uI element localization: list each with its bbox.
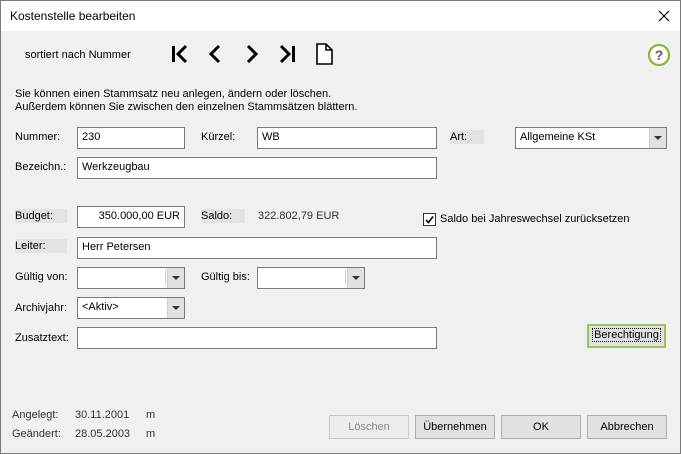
new-record-button[interactable]: [312, 42, 336, 66]
help-icon: ?: [647, 43, 671, 67]
new-document-icon: [316, 43, 333, 65]
zusatztext-label: Zusatztext:: [15, 332, 69, 344]
gueltig-bis-dropdown-icon[interactable]: [347, 268, 364, 288]
leiter-field[interactable]: Herr Petersen: [77, 237, 437, 259]
archivjahr-value: <Aktiv>: [82, 301, 119, 313]
art-select-value: Allgemeine KSt: [520, 131, 596, 143]
gueltig-von-field[interactable]: [77, 267, 185, 289]
gueltig-bis-separator: [345, 270, 346, 285]
geaendert-label: Geändert:: [12, 428, 61, 440]
angelegt-label: Angelegt:: [12, 409, 59, 421]
sort-label: sortiert nach Nummer: [25, 49, 131, 61]
last-record-button[interactable]: [276, 42, 300, 66]
kuerzel-field[interactable]: WB: [257, 127, 437, 149]
angelegt-date: 30.11.2001: [75, 409, 130, 421]
loeschen-button[interactable]: Löschen: [329, 415, 409, 439]
window-title: Kostenstelle bearbeiten: [10, 9, 136, 23]
next-record-icon: [246, 44, 259, 64]
svg-text:?: ?: [655, 47, 664, 63]
budget-field[interactable]: 350.000,00 EUR: [77, 206, 185, 228]
gueltig-bis-label: Gültig bis:: [201, 271, 250, 283]
dialog-window: Kostenstelle bearbeiten sortiert nach Nu…: [0, 0, 681, 454]
kuerzel-label: Kürzel:: [201, 131, 236, 143]
uebernehmen-button[interactable]: Übernehmen: [415, 415, 495, 439]
budget-label: Budget:: [15, 210, 53, 222]
close-button[interactable]: [652, 4, 676, 28]
gueltig-von-separator: [165, 270, 166, 285]
bezeichnung-field[interactable]: Werkzeugbau: [77, 157, 437, 179]
saldo-label: Saldo:: [201, 210, 233, 222]
art-dropdown-icon[interactable]: [649, 128, 666, 148]
nummer-label: Nummer:: [15, 131, 61, 143]
info-line-2: Außerdem können Sie zwischen den einzeln…: [15, 101, 358, 113]
geaendert-user: m: [146, 428, 156, 440]
help-button[interactable]: ?: [647, 43, 671, 67]
art-select[interactable]: Allgemeine KSt: [515, 127, 667, 149]
archivjahr-select[interactable]: <Aktiv>: [77, 297, 185, 319]
gueltig-von-label: Gültig von:: [15, 271, 68, 283]
art-label: Art:: [450, 131, 468, 143]
title-bar: Kostenstelle bearbeiten: [1, 1, 680, 31]
first-record-icon: [172, 44, 188, 64]
close-icon: [658, 10, 670, 22]
angelegt-user: m: [146, 409, 156, 421]
next-record-button[interactable]: [240, 42, 264, 66]
saldo-reset-label: Saldo bei Jahreswechsel zurücksetzen: [440, 213, 630, 225]
checkmark-icon: [425, 216, 434, 224]
berechtigung-button-label: Berechtigung: [592, 328, 661, 342]
saldo-reset-checkbox[interactable]: [423, 213, 436, 226]
archivjahr-label: Archivjahr:: [15, 302, 67, 314]
previous-record-icon: [208, 44, 221, 64]
abbrechen-button[interactable]: Abbrechen: [587, 415, 667, 439]
nummer-field[interactable]: 230: [77, 127, 185, 149]
archivjahr-dropdown-icon[interactable]: [167, 298, 184, 318]
gueltig-von-dropdown-icon[interactable]: [167, 268, 184, 288]
berechtigung-button[interactable]: Berechtigung: [587, 324, 666, 348]
geaendert-date: 28.05.2003: [75, 428, 131, 440]
info-line-1: Sie können einen Stammsatz neu anlegen, …: [15, 88, 332, 100]
previous-record-button[interactable]: [204, 42, 228, 66]
saldo-value: 322.802,79 EUR: [258, 210, 340, 222]
bezeichnung-label: Bezeichn.:: [15, 161, 67, 173]
ok-button[interactable]: OK: [501, 415, 581, 439]
zusatztext-field[interactable]: [77, 327, 437, 349]
leiter-label: Leiter:: [15, 240, 46, 252]
gueltig-bis-field[interactable]: [257, 267, 365, 289]
first-record-button[interactable]: [168, 42, 192, 66]
last-record-icon: [279, 44, 295, 64]
